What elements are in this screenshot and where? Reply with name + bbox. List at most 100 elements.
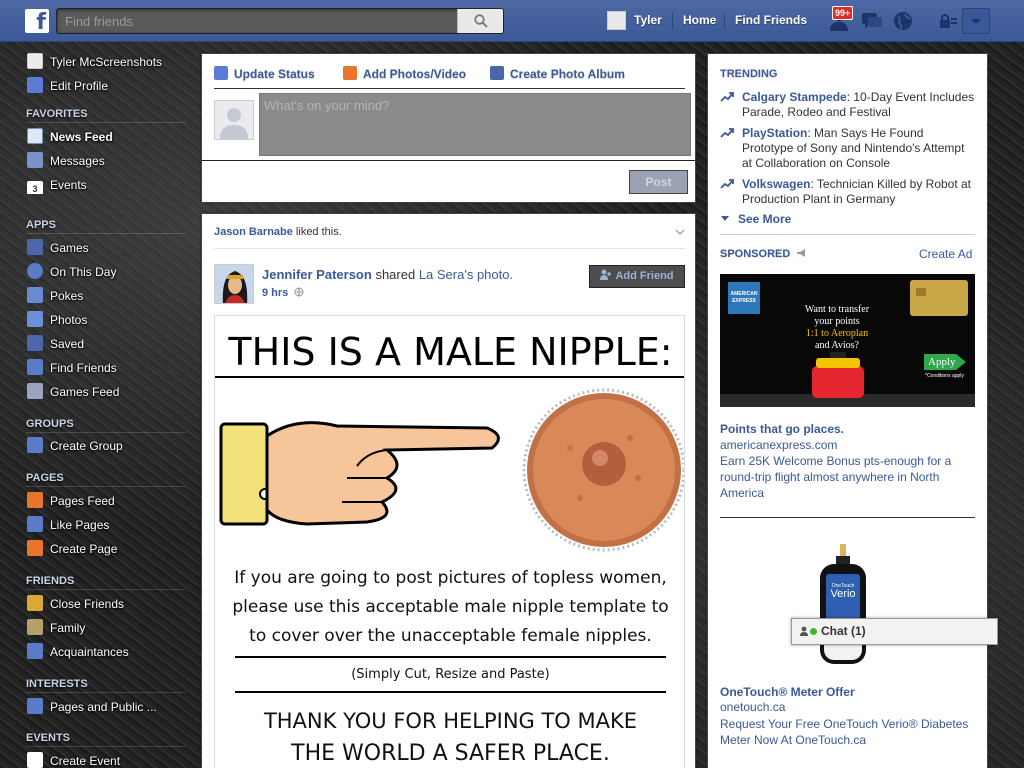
divider [26,486,186,487]
sidebar-item-games-feed[interactable]: Games Feed [27,383,187,401]
create-ad-link[interactable]: Create Ad [919,247,972,261]
add-friend-button[interactable]: Add Friend [589,265,685,288]
sidebar-item-acquaintances[interactable]: Acquaintances [27,643,187,661]
liker-link[interactable]: Jason Barnabe [214,226,293,238]
story-options-button[interactable] [674,226,686,241]
sidebar-item-label: Edit Profile [50,79,109,93]
messages-icon [27,152,43,168]
default-avatar-icon [220,108,248,139]
clock-icon [27,263,43,279]
trending-item[interactable]: Calgary Stampede: 10-Day Event Includes … [720,90,980,122]
sidebar-item-pages-feed[interactable]: Pages Feed [27,492,187,510]
sidebar-item-family[interactable]: Family [27,619,187,637]
sidebar-item-label: On This Day [50,265,117,279]
shared-owner-link[interactable]: La Sera [419,267,465,282]
shared-suffix: 's photo. [464,267,514,282]
divider [235,656,666,658]
album-icon [490,66,504,80]
star-icon [27,595,43,611]
author-avatar[interactable] [214,264,254,304]
amex-ad-image[interactable]: AMERICAN EXPRESS Want to transfer your p… [720,274,975,407]
camera-icon [343,66,357,80]
sidebar-item-profile[interactable]: Tyler McScreenshots [27,53,187,71]
sidebar-item-pokes[interactable]: Pokes [27,287,187,305]
shared-photo[interactable]: THIS IS A MALE NIPPLE: If you are going … [214,315,685,768]
trending-arrow-icon [720,128,734,138]
sidebar-item-label: Family [50,621,86,635]
search-button[interactable] [457,9,503,33]
tab-add-photos[interactable]: Add Photos/Video [343,66,466,81]
trending-item[interactable]: PlayStation: Man Says He Found Prototype… [720,126,980,173]
ad-copy-line: and Avios? [815,340,859,351]
divider [26,746,186,747]
sidebar-item-label: Acquaintances [50,645,129,659]
trending-topic[interactable]: PlayStation [742,126,807,140]
search-input[interactable] [61,10,455,32]
house-icon [27,619,43,635]
divider [26,432,186,433]
ad-title-link[interactable]: OneTouch® Meter Offer [720,685,855,699]
sidebar-item-events[interactable]: 3 Events [27,176,187,194]
photos-icon [27,311,43,327]
sidebar-item-label: Pokes [50,289,84,303]
globe-icon [294,287,304,297]
sidebar-item-label: News Feed [50,130,113,144]
story-timestamp[interactable]: 9 hrs [262,287,304,299]
divider [26,233,186,234]
right-sidebar: TRENDING Calgary Stampede: 10-Day Event … [707,53,988,768]
sidebar-item-saved[interactable]: Saved [27,335,187,353]
sidebar-item-pages-public[interactable]: Pages and Public ... [27,698,187,716]
nav-profile-link[interactable]: Tyler [634,13,662,27]
divider [26,692,186,693]
sidebar-item-create-event[interactable]: Create Event [27,752,187,768]
tab-update-status[interactable]: Update Status [214,66,315,81]
tab-create-album[interactable]: Create Photo Album [490,66,625,81]
account-menu-button[interactable] [962,8,990,34]
section-heading-interests: INTERESTS [26,678,88,690]
user-avatar[interactable] [607,11,626,30]
news-feed-icon [27,128,43,144]
meter-screen-text: OneTouch Verio [826,582,860,600]
meter-name: Verio [830,588,856,600]
sidebar-item-on-this-day[interactable]: On This Day [27,263,187,281]
messages-icon[interactable] [860,10,884,32]
globe-icon[interactable] [892,10,914,32]
ad-description[interactable]: Earn 25K Welcome Bonus pts-enough for a … [720,453,970,501]
sidebar-item-create-page[interactable]: Create Page [27,540,187,558]
facebook-logo[interactable]: f [25,9,49,33]
flag-icon [27,492,43,508]
nav-home-link[interactable]: Home [683,13,716,27]
pointing-hand-illustration [219,421,500,526]
tab-label: Create Photo Album [510,67,625,81]
ad-description[interactable]: Request Your Free OneTouch Verio® Diabet… [720,716,975,748]
trending-arrow-icon [720,92,734,102]
sidebar-item-photos[interactable]: Photos [27,311,187,329]
sidebar-item-edit-profile[interactable]: Edit Profile [27,77,187,95]
trending-item[interactable]: Volkswagen: Technician Killed by Robot a… [720,177,980,209]
chat-bar[interactable]: Chat (1) [791,618,998,645]
amex-ad-brand: AMERICAN EXPRESS [729,291,759,305]
sidebar-item-create-group[interactable]: Create Group [27,437,187,455]
timestamp-text: 9 hrs [262,287,289,299]
sidebar-item-find-friends[interactable]: Find Friends [27,359,187,377]
sidebar-item-close-friends[interactable]: Close Friends [27,595,187,613]
section-heading-events: EVENTS [26,732,71,744]
notification-badge: 99+ [832,6,854,20]
onetouch-ad-image[interactable]: OneTouch Verio [798,544,888,674]
sidebar-item-games[interactable]: Games [27,239,187,257]
shared-text: shared [371,267,419,282]
author-link[interactable]: Jennifer Paterson [262,267,372,282]
post-button[interactable]: Post [629,170,688,194]
ad-title-link[interactable]: Points that go places. [720,422,844,436]
sidebar-item-news-feed[interactable]: News Feed [27,128,187,146]
see-more-link[interactable]: See More [720,212,791,226]
sidebar-item-messages[interactable]: Messages [27,152,187,170]
status-input[interactable] [259,93,691,156]
trending-topic[interactable]: Volkswagen [742,177,810,191]
sidebar-item-like-pages[interactable]: Like Pages [27,516,187,534]
nav-find-friends-link[interactable]: Find Friends [735,13,807,27]
amex-ad-copy: Want to transfer your points 1:1 to Aero… [772,304,902,352]
sidebar-item-label: Like Pages [50,518,110,532]
trending-topic[interactable]: Calgary Stampede [742,90,847,104]
privacy-lock-icon[interactable] [938,13,958,29]
